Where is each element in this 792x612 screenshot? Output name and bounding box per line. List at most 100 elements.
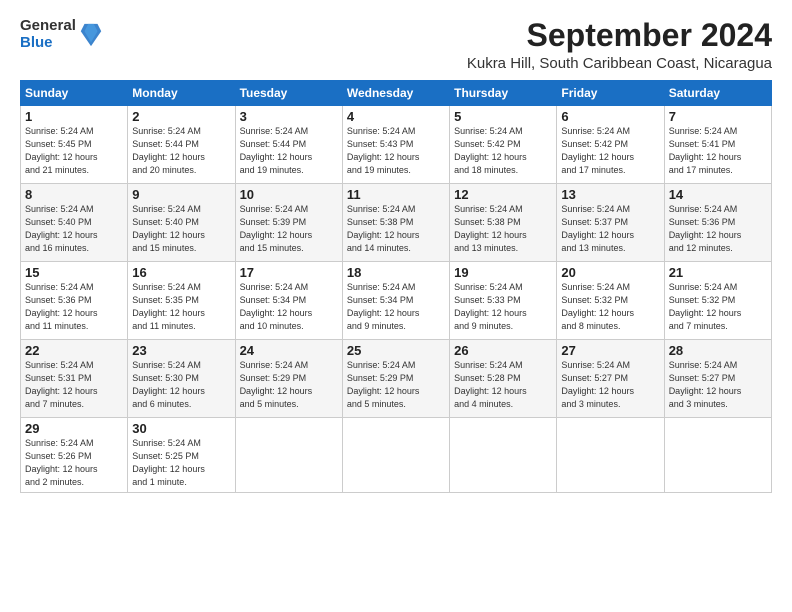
day-number: 30: [132, 421, 230, 436]
table-row: [557, 418, 664, 493]
day-number: 24: [240, 343, 338, 358]
day-number: 12: [454, 187, 552, 202]
day-info: Sunrise: 5:24 AM Sunset: 5:42 PM Dayligh…: [454, 125, 552, 177]
table-row: 28Sunrise: 5:24 AM Sunset: 5:27 PM Dayli…: [664, 340, 771, 418]
col-sunday: Sunday: [21, 81, 128, 106]
day-info: Sunrise: 5:24 AM Sunset: 5:45 PM Dayligh…: [25, 125, 123, 177]
header-row: Sunday Monday Tuesday Wednesday Thursday…: [21, 81, 772, 106]
day-info: Sunrise: 5:24 AM Sunset: 5:40 PM Dayligh…: [132, 203, 230, 255]
table-row: 25Sunrise: 5:24 AM Sunset: 5:29 PM Dayli…: [342, 340, 449, 418]
day-number: 7: [669, 109, 767, 124]
table-row: 4Sunrise: 5:24 AM Sunset: 5:43 PM Daylig…: [342, 106, 449, 184]
day-info: Sunrise: 5:24 AM Sunset: 5:40 PM Dayligh…: [25, 203, 123, 255]
col-tuesday: Tuesday: [235, 81, 342, 106]
day-number: 15: [25, 265, 123, 280]
table-row: 26Sunrise: 5:24 AM Sunset: 5:28 PM Dayli…: [450, 340, 557, 418]
logo-general-text: General: [20, 18, 76, 35]
title-block: September 2024 Kukra Hill, South Caribbe…: [467, 18, 772, 72]
day-info: Sunrise: 5:24 AM Sunset: 5:25 PM Dayligh…: [132, 437, 230, 489]
day-number: 1: [25, 109, 123, 124]
table-row: 18Sunrise: 5:24 AM Sunset: 5:34 PM Dayli…: [342, 262, 449, 340]
table-row: 3Sunrise: 5:24 AM Sunset: 5:44 PM Daylig…: [235, 106, 342, 184]
day-info: Sunrise: 5:24 AM Sunset: 5:34 PM Dayligh…: [240, 281, 338, 333]
header: General Blue September 2024 Kukra Hill, …: [20, 18, 772, 72]
logo-blue-text: Blue: [20, 35, 76, 52]
day-number: 29: [25, 421, 123, 436]
day-info: Sunrise: 5:24 AM Sunset: 5:38 PM Dayligh…: [454, 203, 552, 255]
day-info: Sunrise: 5:24 AM Sunset: 5:34 PM Dayligh…: [347, 281, 445, 333]
table-row: 22Sunrise: 5:24 AM Sunset: 5:31 PM Dayli…: [21, 340, 128, 418]
table-row: 29Sunrise: 5:24 AM Sunset: 5:26 PM Dayli…: [21, 418, 128, 493]
day-info: Sunrise: 5:24 AM Sunset: 5:35 PM Dayligh…: [132, 281, 230, 333]
table-row: 11Sunrise: 5:24 AM Sunset: 5:38 PM Dayli…: [342, 184, 449, 262]
table-row: 23Sunrise: 5:24 AM Sunset: 5:30 PM Dayli…: [128, 340, 235, 418]
day-info: Sunrise: 5:24 AM Sunset: 5:27 PM Dayligh…: [669, 359, 767, 411]
day-info: Sunrise: 5:24 AM Sunset: 5:29 PM Dayligh…: [240, 359, 338, 411]
calendar-table: Sunday Monday Tuesday Wednesday Thursday…: [20, 80, 772, 493]
day-number: 22: [25, 343, 123, 358]
table-row: [235, 418, 342, 493]
table-row: 24Sunrise: 5:24 AM Sunset: 5:29 PM Dayli…: [235, 340, 342, 418]
day-number: 5: [454, 109, 552, 124]
table-row: 6Sunrise: 5:24 AM Sunset: 5:42 PM Daylig…: [557, 106, 664, 184]
logo-icon: [80, 22, 102, 48]
logo: General Blue: [20, 18, 102, 51]
day-info: Sunrise: 5:24 AM Sunset: 5:32 PM Dayligh…: [669, 281, 767, 333]
day-info: Sunrise: 5:24 AM Sunset: 5:27 PM Dayligh…: [561, 359, 659, 411]
day-info: Sunrise: 5:24 AM Sunset: 5:44 PM Dayligh…: [132, 125, 230, 177]
day-info: Sunrise: 5:24 AM Sunset: 5:33 PM Dayligh…: [454, 281, 552, 333]
col-thursday: Thursday: [450, 81, 557, 106]
day-number: 17: [240, 265, 338, 280]
day-number: 3: [240, 109, 338, 124]
day-number: 6: [561, 109, 659, 124]
day-info: Sunrise: 5:24 AM Sunset: 5:42 PM Dayligh…: [561, 125, 659, 177]
day-info: Sunrise: 5:24 AM Sunset: 5:41 PM Dayligh…: [669, 125, 767, 177]
day-number: 21: [669, 265, 767, 280]
table-row: 13Sunrise: 5:24 AM Sunset: 5:37 PM Dayli…: [557, 184, 664, 262]
table-row: 10Sunrise: 5:24 AM Sunset: 5:39 PM Dayli…: [235, 184, 342, 262]
table-row: 15Sunrise: 5:24 AM Sunset: 5:36 PM Dayli…: [21, 262, 128, 340]
day-info: Sunrise: 5:24 AM Sunset: 5:38 PM Dayligh…: [347, 203, 445, 255]
day-number: 10: [240, 187, 338, 202]
table-row: 9Sunrise: 5:24 AM Sunset: 5:40 PM Daylig…: [128, 184, 235, 262]
table-row: [664, 418, 771, 493]
day-number: 2: [132, 109, 230, 124]
col-wednesday: Wednesday: [342, 81, 449, 106]
day-info: Sunrise: 5:24 AM Sunset: 5:31 PM Dayligh…: [25, 359, 123, 411]
day-info: Sunrise: 5:24 AM Sunset: 5:37 PM Dayligh…: [561, 203, 659, 255]
day-number: 8: [25, 187, 123, 202]
table-row: 5Sunrise: 5:24 AM Sunset: 5:42 PM Daylig…: [450, 106, 557, 184]
day-info: Sunrise: 5:24 AM Sunset: 5:36 PM Dayligh…: [669, 203, 767, 255]
table-row: 17Sunrise: 5:24 AM Sunset: 5:34 PM Dayli…: [235, 262, 342, 340]
day-info: Sunrise: 5:24 AM Sunset: 5:44 PM Dayligh…: [240, 125, 338, 177]
month-title: September 2024: [467, 18, 772, 53]
day-info: Sunrise: 5:24 AM Sunset: 5:43 PM Dayligh…: [347, 125, 445, 177]
day-number: 28: [669, 343, 767, 358]
table-row: 8Sunrise: 5:24 AM Sunset: 5:40 PM Daylig…: [21, 184, 128, 262]
day-info: Sunrise: 5:24 AM Sunset: 5:28 PM Dayligh…: [454, 359, 552, 411]
day-number: 11: [347, 187, 445, 202]
col-saturday: Saturday: [664, 81, 771, 106]
table-row: [342, 418, 449, 493]
day-info: Sunrise: 5:24 AM Sunset: 5:36 PM Dayligh…: [25, 281, 123, 333]
day-info: Sunrise: 5:24 AM Sunset: 5:29 PM Dayligh…: [347, 359, 445, 411]
col-monday: Monday: [128, 81, 235, 106]
day-number: 18: [347, 265, 445, 280]
day-number: 23: [132, 343, 230, 358]
table-row: 19Sunrise: 5:24 AM Sunset: 5:33 PM Dayli…: [450, 262, 557, 340]
day-info: Sunrise: 5:24 AM Sunset: 5:26 PM Dayligh…: [25, 437, 123, 489]
table-row: 21Sunrise: 5:24 AM Sunset: 5:32 PM Dayli…: [664, 262, 771, 340]
day-number: 26: [454, 343, 552, 358]
day-info: Sunrise: 5:24 AM Sunset: 5:30 PM Dayligh…: [132, 359, 230, 411]
day-number: 14: [669, 187, 767, 202]
table-row: [450, 418, 557, 493]
table-row: 7Sunrise: 5:24 AM Sunset: 5:41 PM Daylig…: [664, 106, 771, 184]
day-info: Sunrise: 5:24 AM Sunset: 5:39 PM Dayligh…: [240, 203, 338, 255]
day-number: 19: [454, 265, 552, 280]
table-row: 14Sunrise: 5:24 AM Sunset: 5:36 PM Dayli…: [664, 184, 771, 262]
day-number: 16: [132, 265, 230, 280]
table-row: 30Sunrise: 5:24 AM Sunset: 5:25 PM Dayli…: [128, 418, 235, 493]
location-title: Kukra Hill, South Caribbean Coast, Nicar…: [467, 55, 772, 72]
table-row: 20Sunrise: 5:24 AM Sunset: 5:32 PM Dayli…: [557, 262, 664, 340]
day-number: 4: [347, 109, 445, 124]
